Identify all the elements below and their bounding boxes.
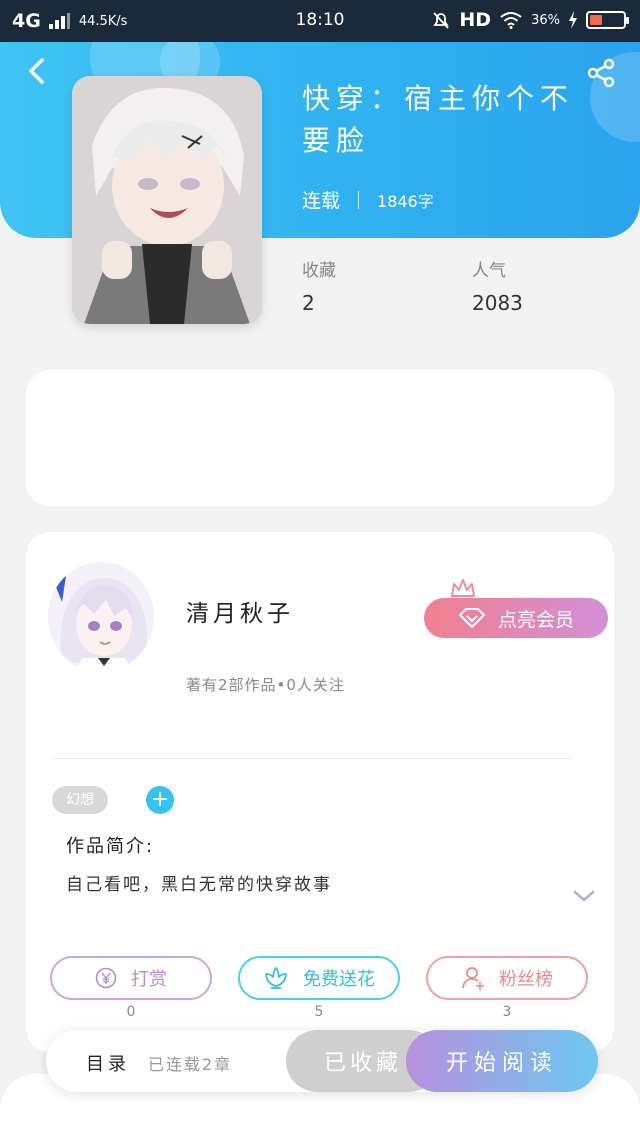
stat-label: 收藏 (302, 261, 336, 281)
book-cover[interactable] (72, 76, 262, 324)
status-bar: 4G 44.5K/s 18:10 HD 36% (0, 0, 640, 42)
author-name[interactable]: 清月秋子 (186, 594, 294, 628)
battery-icon (586, 11, 629, 29)
author-meta: 著有2部作品•0人关注 (186, 676, 345, 694)
diamond-icon (458, 608, 485, 628)
vip-button[interactable]: 点亮会员 (424, 598, 608, 638)
stat-favorites: 收藏 2 (302, 256, 336, 315)
fans-rank-label: 粉丝榜 (499, 969, 553, 990)
separator (358, 190, 360, 209)
battery-percent: 36% (531, 12, 560, 28)
hd-indicator: HD (459, 9, 492, 31)
add-tag-button[interactable]: + (146, 786, 174, 814)
flower-count: 5 (314, 1004, 324, 1020)
reward-count: 0 (126, 1004, 136, 1020)
share-button[interactable] (586, 58, 616, 88)
divider (52, 758, 574, 759)
reward-button[interactable]: 打赏 (50, 956, 212, 1000)
wifi-icon (500, 12, 522, 29)
crown-icon (451, 579, 475, 597)
book-status-line: 连载 1846字 (302, 186, 434, 213)
stat-value: 2 (302, 291, 315, 315)
stat-value: 2083 (472, 291, 523, 315)
intro-text: 自己看吧，黑白无常的快穿故事 (66, 875, 332, 895)
chevron-down-icon[interactable] (572, 888, 596, 904)
start-reading-button[interactable]: 开始阅读 (406, 1030, 598, 1092)
empty-card (26, 370, 614, 506)
user-icon (462, 967, 484, 990)
send-flower-label: 免费送花 (303, 969, 375, 990)
flower-icon (265, 967, 287, 989)
tag-chip[interactable]: 幻想 (52, 786, 108, 814)
charging-icon (569, 11, 577, 29)
reward-label: 打赏 (131, 969, 167, 990)
author-avatar[interactable] (48, 562, 154, 672)
catalog-count[interactable]: 已连载2章 (148, 1051, 232, 1075)
stat-label: 人气 (472, 261, 506, 281)
fans-rank-button[interactable]: 粉丝榜 (426, 956, 588, 1000)
mute-bell-icon (433, 12, 450, 29)
back-button[interactable] (22, 56, 52, 86)
yen-icon (95, 967, 117, 989)
catalog-button[interactable]: 目录 (86, 1050, 130, 1076)
send-flower-button[interactable]: 免费送花 (238, 956, 400, 1000)
book-title: 快穿：宿主你个不要脸 (302, 82, 575, 157)
author-card: 清月秋子 著有2部作品•0人关注 点亮会员 幻想 + 作品简介: 自己看吧，黑白… (26, 532, 614, 1052)
stat-popularity: 人气 2083 (472, 256, 523, 315)
fans-count: 3 (502, 1004, 512, 1020)
bottom-bar: 目录 已连载2章 已收藏 开始阅读 (46, 1030, 598, 1092)
intro-title: 作品简介: (66, 836, 155, 857)
word-count: 1846字 (377, 191, 434, 211)
vip-button-label: 点亮会员 (497, 608, 574, 631)
serial-status: 连载 (302, 190, 341, 212)
